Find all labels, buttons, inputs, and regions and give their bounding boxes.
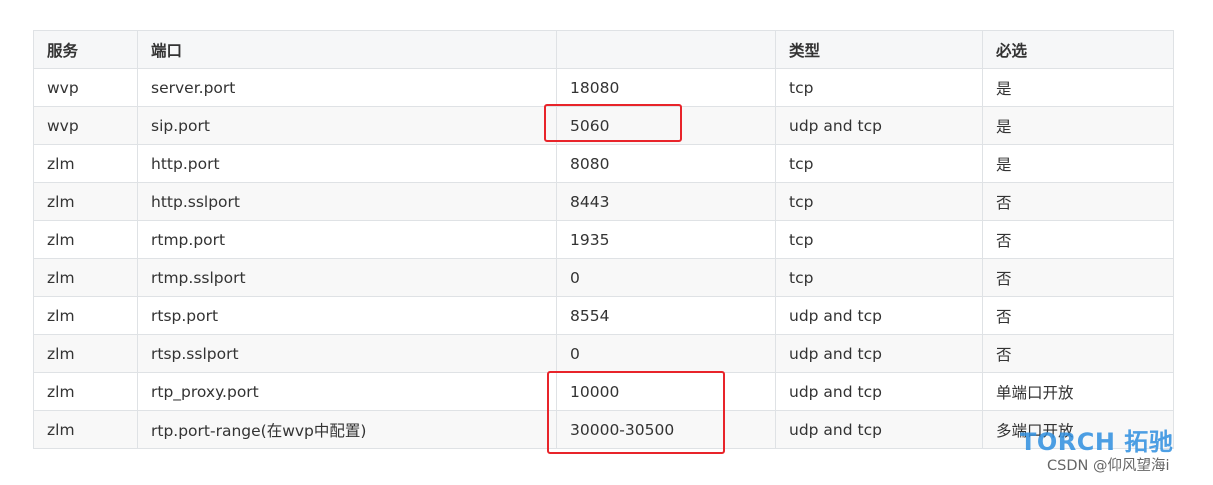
- cell-required: 是: [982, 144, 1174, 183]
- cell-type: tcp: [775, 220, 983, 259]
- cell-port: rtsp.sslport: [137, 334, 557, 373]
- cell-type: tcp: [775, 144, 983, 183]
- header-value: [556, 30, 776, 69]
- cell-service: wvp: [33, 68, 138, 107]
- cell-service: zlm: [33, 182, 138, 221]
- cell-value: 10000: [556, 372, 776, 411]
- cell-port: rtp_proxy.port: [137, 372, 557, 411]
- table-row: zlm http.port 8080 tcp 是: [33, 144, 1174, 183]
- table-row: zlm rtp_proxy.port 10000 udp and tcp 单端口…: [33, 372, 1174, 411]
- cell-required: 否: [982, 220, 1174, 259]
- header-service: 服务: [33, 30, 138, 69]
- cell-port: http.port: [137, 144, 557, 183]
- header-required: 必选: [982, 30, 1174, 69]
- cell-service: zlm: [33, 144, 138, 183]
- table-row: wvp server.port 18080 tcp 是: [33, 68, 1174, 107]
- csdn-credit-watermark: CSDN @仰风望海i: [1047, 458, 1170, 474]
- cell-value: 0: [556, 258, 776, 297]
- table-body: wvp server.port 18080 tcp 是 wvp sip.port…: [33, 68, 1174, 449]
- cell-required: 否: [982, 296, 1174, 335]
- cell-value: 0: [556, 334, 776, 373]
- cell-type: tcp: [775, 68, 983, 107]
- cell-service: zlm: [33, 334, 138, 373]
- torch-logo-watermark: TORCH 拓驰: [1020, 428, 1174, 456]
- table-row: zlm rtmp.port 1935 tcp 否: [33, 220, 1174, 259]
- cell-required: 是: [982, 68, 1174, 107]
- header-type: 类型: [775, 30, 983, 69]
- table-row: zlm rtp.port-range(在wvp中配置) 30000-30500 …: [33, 410, 1174, 449]
- cell-required: 否: [982, 258, 1174, 297]
- cell-required: 否: [982, 334, 1174, 373]
- cell-value: 5060: [556, 106, 776, 145]
- cell-port: sip.port: [137, 106, 557, 145]
- cell-service: zlm: [33, 296, 138, 335]
- cell-port: rtmp.sslport: [137, 258, 557, 297]
- cell-value: 8554: [556, 296, 776, 335]
- cell-value: 8443: [556, 182, 776, 221]
- cell-service: zlm: [33, 258, 138, 297]
- table-row: zlm rtmp.sslport 0 tcp 否: [33, 258, 1174, 297]
- cell-value: 18080: [556, 68, 776, 107]
- port-table: 服务 端口 类型 必选 wvp server.port 18080 tcp 是 …: [33, 30, 1174, 449]
- cell-required: 是: [982, 106, 1174, 145]
- table-row: wvp sip.port 5060 udp and tcp 是: [33, 106, 1174, 145]
- cell-value: 1935: [556, 220, 776, 259]
- cell-type: tcp: [775, 258, 983, 297]
- cell-type: udp and tcp: [775, 334, 983, 373]
- header-row: 服务 端口 类型 必选: [33, 30, 1174, 69]
- table-row: zlm rtsp.port 8554 udp and tcp 否: [33, 296, 1174, 335]
- cell-value: 8080: [556, 144, 776, 183]
- cell-service: zlm: [33, 410, 138, 449]
- table-row: zlm rtsp.sslport 0 udp and tcp 否: [33, 334, 1174, 373]
- cell-type: udp and tcp: [775, 372, 983, 411]
- cell-required: 单端口开放: [982, 372, 1174, 411]
- cell-port: rtsp.port: [137, 296, 557, 335]
- cell-type: tcp: [775, 182, 983, 221]
- cell-type: udp and tcp: [775, 296, 983, 335]
- port-table-container: 服务 端口 类型 必选 wvp server.port 18080 tcp 是 …: [33, 30, 1174, 449]
- cell-port: http.sslport: [137, 182, 557, 221]
- header-port: 端口: [137, 30, 557, 69]
- cell-service: zlm: [33, 372, 138, 411]
- cell-port: rtmp.port: [137, 220, 557, 259]
- cell-required: 否: [982, 182, 1174, 221]
- cell-type: udp and tcp: [775, 106, 983, 145]
- table-header: 服务 端口 类型 必选: [33, 30, 1174, 69]
- cell-port: server.port: [137, 68, 557, 107]
- table-row: zlm http.sslport 8443 tcp 否: [33, 182, 1174, 221]
- cell-value: 30000-30500: [556, 410, 776, 449]
- cell-type: udp and tcp: [775, 410, 983, 449]
- cell-service: wvp: [33, 106, 138, 145]
- cell-port: rtp.port-range(在wvp中配置): [137, 410, 557, 449]
- cell-service: zlm: [33, 220, 138, 259]
